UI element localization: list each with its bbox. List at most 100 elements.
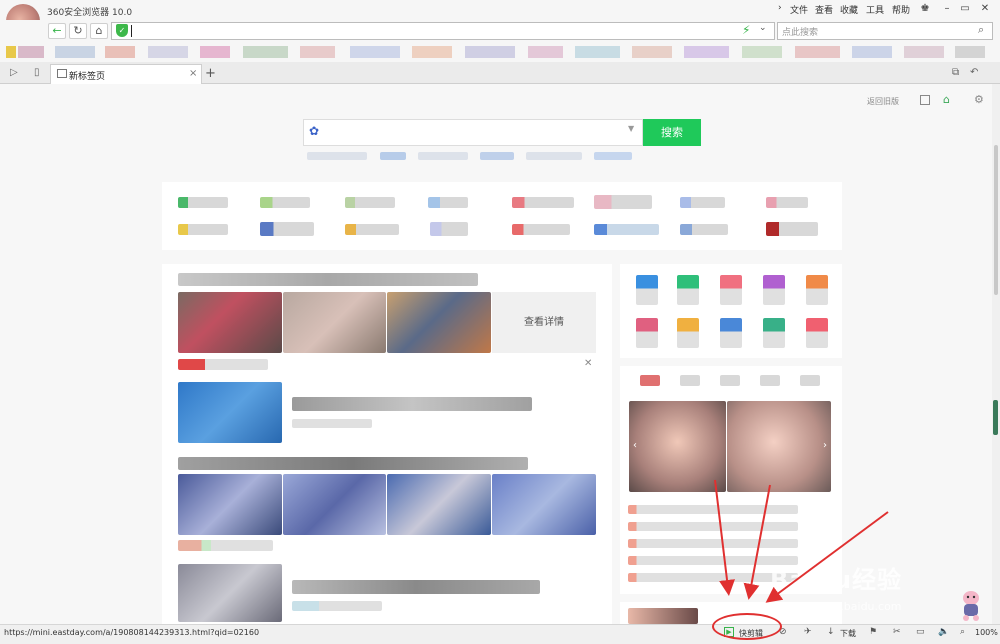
hot-word[interactable] — [594, 152, 632, 160]
favorite-item[interactable] — [795, 46, 840, 58]
favorite-item[interactable] — [200, 46, 230, 58]
favorite-item[interactable] — [742, 46, 782, 58]
menu-arrow-icon[interactable]: › — [778, 3, 782, 13]
flag-icon[interactable]: ⚑ — [869, 627, 877, 637]
news-headline[interactable] — [292, 397, 532, 411]
search-icon[interactable]: ⌕ — [978, 23, 984, 37]
news-image[interactable] — [178, 474, 282, 535]
grid-icon[interactable] — [920, 95, 930, 105]
speaker-icon[interactable]: 🔈 — [938, 627, 949, 637]
tab-category[interactable] — [800, 375, 820, 386]
news-image[interactable] — [387, 474, 491, 535]
quick-link[interactable] — [430, 222, 468, 236]
news-image[interactable] — [283, 292, 386, 353]
carousel-next-icon[interactable]: › — [823, 440, 827, 451]
bolt-icon[interactable]: ⚡ — [742, 23, 750, 37]
app-tile[interactable] — [806, 318, 828, 348]
favorite-item[interactable] — [465, 46, 515, 58]
favorite-item[interactable] — [18, 46, 44, 58]
tab-category[interactable] — [760, 375, 780, 386]
quick-link[interactable] — [260, 222, 314, 236]
carousel-prev-icon[interactable]: ‹ — [633, 440, 637, 451]
scrollbar-thumb[interactable] — [994, 145, 998, 295]
window-icon[interactable]: ▭ — [916, 627, 925, 637]
menu-view[interactable]: 查看 — [815, 3, 833, 16]
refresh-icon[interactable]: ↻ — [69, 23, 87, 39]
page-search-input[interactable] — [303, 119, 643, 146]
favorite-item[interactable] — [55, 46, 95, 58]
ad-image[interactable] — [628, 608, 698, 624]
gear-icon[interactable]: ⚙ — [974, 93, 984, 106]
chevron-down-icon[interactable]: ⌄ — [759, 23, 767, 33]
favorite-item[interactable] — [528, 46, 563, 58]
quick-link[interactable] — [345, 197, 395, 208]
menu-tools[interactable]: 工具 — [866, 3, 884, 16]
menu-help[interactable]: 帮助 — [892, 3, 910, 16]
favorite-item[interactable] — [412, 46, 452, 58]
quick-link[interactable] — [512, 224, 570, 235]
app-tile[interactable] — [720, 275, 742, 305]
favorite-item[interactable] — [243, 46, 288, 58]
home-button-icon[interactable]: ⌂ — [90, 23, 108, 39]
favorite-item[interactable] — [300, 46, 335, 58]
quick-link[interactable] — [594, 195, 652, 209]
minimize-icon[interactable]: – — [940, 2, 954, 15]
quick-link[interactable] — [680, 224, 728, 235]
new-tab-button[interactable]: + — [205, 66, 216, 81]
search-button[interactable]: 搜索 — [643, 119, 701, 146]
quick-link[interactable] — [512, 197, 574, 208]
quick-link[interactable] — [766, 222, 818, 236]
app-tile[interactable] — [720, 318, 742, 348]
old-version-link[interactable]: 返回旧版 — [867, 96, 899, 107]
zoom-level[interactable]: 100% — [975, 628, 998, 637]
favorite-item[interactable] — [105, 46, 135, 58]
close-window-icon[interactable]: ✕ — [978, 2, 992, 15]
paw-icon[interactable]: ✿ — [309, 124, 319, 138]
zoom-icon[interactable]: ⌕ — [960, 627, 965, 637]
home-icon[interactable]: ⌂ — [943, 93, 950, 106]
close-icon[interactable]: × — [189, 68, 197, 79]
quick-link[interactable] — [680, 197, 725, 208]
back-icon[interactable]: ← — [48, 23, 66, 39]
favorite-item[interactable] — [350, 46, 400, 58]
quick-link[interactable] — [178, 197, 228, 208]
quick-link[interactable] — [594, 224, 659, 235]
download-label[interactable]: 下载 — [840, 628, 856, 639]
page-icon[interactable]: ▯ — [34, 67, 40, 78]
news-image[interactable] — [178, 564, 282, 622]
app-tile[interactable] — [636, 318, 658, 348]
news-headline[interactable] — [292, 580, 540, 594]
news-image[interactable] — [178, 382, 282, 443]
favorite-item[interactable] — [852, 46, 892, 58]
favorite-item[interactable] — [632, 46, 672, 58]
sidebar-toggle-icon[interactable]: ▷ — [10, 67, 18, 78]
view-details-button[interactable]: 查看详情 — [492, 292, 596, 353]
star-icon[interactable] — [6, 46, 16, 58]
tab-entertainment[interactable] — [640, 375, 660, 386]
maximize-icon[interactable]: ▭ — [958, 2, 972, 15]
menu-favorites[interactable]: 收藏 — [840, 3, 858, 16]
hot-word[interactable] — [418, 152, 468, 160]
news-image[interactable] — [178, 292, 282, 353]
quick-link[interactable] — [428, 197, 468, 208]
quick-link[interactable] — [766, 197, 808, 208]
close-icon[interactable]: ✕ — [584, 358, 592, 369]
news-headline[interactable] — [178, 273, 478, 286]
hot-word[interactable] — [307, 152, 367, 160]
news-image[interactable] — [492, 474, 596, 535]
app-tile[interactable] — [806, 275, 828, 305]
quick-link[interactable] — [345, 224, 399, 235]
window-list-icon[interactable]: ⧉ — [952, 67, 959, 78]
quick-link[interactable] — [260, 197, 310, 208]
favorite-item[interactable] — [904, 46, 944, 58]
hot-word[interactable] — [380, 152, 406, 160]
skin-icon[interactable]: ♚ — [918, 2, 932, 15]
news-headline[interactable] — [178, 457, 528, 470]
favorite-item[interactable] — [955, 46, 985, 58]
hot-word[interactable] — [526, 152, 582, 160]
news-image[interactable] — [283, 474, 386, 535]
side-widget-handle[interactable] — [993, 400, 998, 435]
favorite-item[interactable] — [148, 46, 188, 58]
favorite-item[interactable] — [684, 46, 729, 58]
address-input[interactable] — [111, 22, 775, 40]
